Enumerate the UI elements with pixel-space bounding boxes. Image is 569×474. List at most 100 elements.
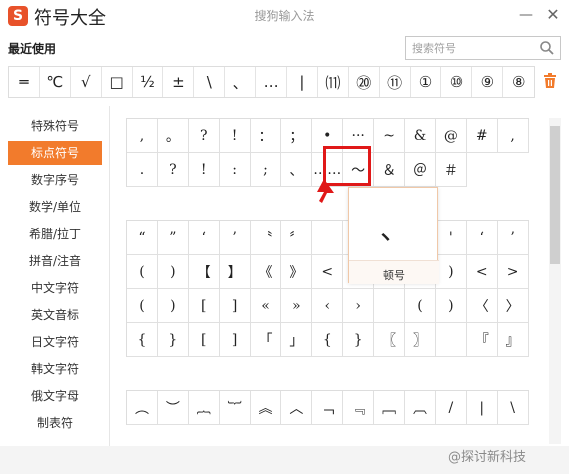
symbol-cell[interactable] <box>312 221 344 255</box>
category-item[interactable]: 日文字符 <box>8 330 102 354</box>
symbol-cell[interactable]: ' <box>435 221 467 255</box>
symbol-cell[interactable]: ” <box>157 221 189 255</box>
recent-symbol[interactable]: ± <box>163 67 195 97</box>
symbol-cell[interactable]: ) <box>435 289 467 323</box>
symbol-cell[interactable]: ; <box>250 153 282 187</box>
close-button[interactable]: ✕ <box>542 4 564 26</box>
symbol-cell[interactable]: ( <box>405 289 436 323</box>
category-item[interactable]: 标点符号 <box>8 141 102 165</box>
recent-symbol[interactable]: ⑳ <box>349 67 380 97</box>
symbol-cell[interactable]: < <box>312 255 344 289</box>
symbol-cell[interactable]: > <box>497 255 529 289</box>
symbol-cell[interactable]: < <box>466 255 498 289</box>
symbol-cell[interactable]: ) <box>435 255 467 289</box>
symbol-cell[interactable]: ‹ <box>312 289 344 323</box>
scrollbar[interactable] <box>549 118 561 444</box>
symbol-cell[interactable]: 】 <box>219 255 251 289</box>
symbol-cell[interactable]: » <box>281 289 313 323</box>
symbol-cell[interactable]: \ <box>497 391 529 425</box>
symbol-cell[interactable]: « <box>250 289 282 323</box>
symbol-cell[interactable]: { <box>127 323 158 357</box>
symbol-cell[interactable] <box>374 289 406 323</box>
symbol-cell[interactable]: 』 <box>497 323 529 357</box>
symbol-cell[interactable]: 《 <box>250 255 282 289</box>
symbol-cell[interactable]: | <box>466 391 498 425</box>
recent-symbol[interactable]: ⑩ <box>441 67 473 97</box>
symbol-cell[interactable]: @ <box>435 119 467 153</box>
symbol-cell[interactable]: 【 <box>188 255 220 289</box>
symbol-cell[interactable]: › <box>343 289 375 323</box>
symbol-cell[interactable]: 『 <box>466 323 498 357</box>
symbol-cell[interactable]: 〗 <box>405 323 436 357</box>
recent-symbol[interactable]: | <box>287 67 318 97</box>
recent-symbol[interactable]: 、 <box>225 67 257 97</box>
symbol-cell[interactable]: ) <box>157 255 189 289</box>
symbol-cell[interactable]: ︵ <box>127 391 158 425</box>
symbol-cell[interactable]: ( <box>127 289 158 323</box>
symbol-cell[interactable]: ! <box>219 119 251 153</box>
symbol-cell[interactable]: 〞 <box>281 221 313 255</box>
symbol-cell[interactable]: , <box>497 119 529 153</box>
symbol-cell[interactable]: ’ <box>219 221 251 255</box>
symbol-cell[interactable]: ? <box>188 119 220 153</box>
symbol-cell[interactable]: 」 <box>281 323 313 357</box>
symbol-cell[interactable]: ︷ <box>188 391 220 425</box>
recent-symbol[interactable]: ⑪ <box>380 67 411 97</box>
minimize-button[interactable]: — <box>515 4 537 26</box>
symbol-cell[interactable]: 〝 <box>250 221 282 255</box>
symbol-cell[interactable]: 「 <box>250 323 282 357</box>
category-item[interactable]: 英文音标 <box>8 303 102 327</box>
recent-symbol[interactable]: ⑨ <box>472 67 504 97</box>
symbol-cell[interactable]: . <box>127 153 158 187</box>
recent-symbol[interactable]: □ <box>102 67 133 97</box>
category-item[interactable]: 数字序号 <box>8 168 102 192</box>
symbol-cell[interactable] <box>435 323 467 357</box>
symbol-cell[interactable]: “ <box>127 221 158 255</box>
symbol-cell[interactable]: ( <box>127 255 158 289</box>
symbol-cell[interactable]: / <box>435 391 467 425</box>
scroll-thumb[interactable] <box>550 126 560 264</box>
category-item[interactable]: 特殊符号 <box>8 114 102 138</box>
symbol-cell[interactable]: [ <box>188 323 220 357</box>
symbol-cell[interactable]: ‘ <box>188 221 220 255</box>
recent-symbol[interactable]: ① <box>411 67 442 97</box>
symbol-cell[interactable]: & <box>405 119 436 153</box>
recent-symbol[interactable]: √ <box>71 67 102 97</box>
recent-symbol[interactable]: ⑧ <box>503 67 534 97</box>
symbol-cell[interactable]: 、 <box>281 153 313 187</box>
symbol-cell[interactable]: # <box>466 119 498 153</box>
search-input[interactable] <box>412 40 532 56</box>
category-item[interactable]: 希腊/拉丁 <box>8 222 102 246</box>
symbol-cell[interactable]: 〖 <box>374 323 406 357</box>
symbol-cell[interactable]: ＃ <box>435 153 467 187</box>
category-item[interactable]: 俄文字母 <box>8 384 102 408</box>
symbol-cell[interactable]: ︹ <box>405 391 436 425</box>
symbol-cell[interactable]: } <box>343 323 375 357</box>
symbol-cell[interactable]: ︶ <box>157 391 189 425</box>
symbol-cell[interactable]: ] <box>219 323 251 357</box>
symbol-cell[interactable]: 》 <box>281 255 313 289</box>
symbol-cell[interactable]: ︿ <box>281 391 313 425</box>
trash-icon[interactable] <box>543 73 557 89</box>
symbol-cell[interactable]: ? <box>157 153 189 187</box>
symbol-cell[interactable]: 。 <box>157 119 189 153</box>
symbol-cell[interactable]: , <box>127 119 158 153</box>
symbol-cell[interactable]: } <box>157 323 189 357</box>
symbol-cell[interactable]: 〉 <box>497 289 529 323</box>
symbol-cell[interactable]: ﹁ <box>312 391 344 425</box>
symbol-cell[interactable]: ＠ <box>405 153 436 187</box>
symbol-cell[interactable]: ＆ <box>374 153 406 187</box>
symbol-cell[interactable]: ) <box>157 289 189 323</box>
symbol-cell[interactable]: : <box>219 153 251 187</box>
category-item[interactable]: 数学/单位 <box>8 195 102 219</box>
recent-symbol[interactable]: ═ <box>9 67 40 97</box>
recent-symbol[interactable]: … <box>256 67 288 97</box>
recent-symbol[interactable]: ½ <box>133 67 164 97</box>
symbol-cell[interactable]: [ <box>188 289 220 323</box>
symbol-cell[interactable]: ︸ <box>219 391 251 425</box>
category-item[interactable]: 制表符 <box>8 411 102 435</box>
symbol-cell[interactable]: ﹇ <box>374 391 406 425</box>
symbol-cell[interactable]: ： <box>250 119 282 153</box>
symbol-cell[interactable]: ﹃ <box>343 391 375 425</box>
symbol-cell[interactable]: 〈 <box>466 289 498 323</box>
